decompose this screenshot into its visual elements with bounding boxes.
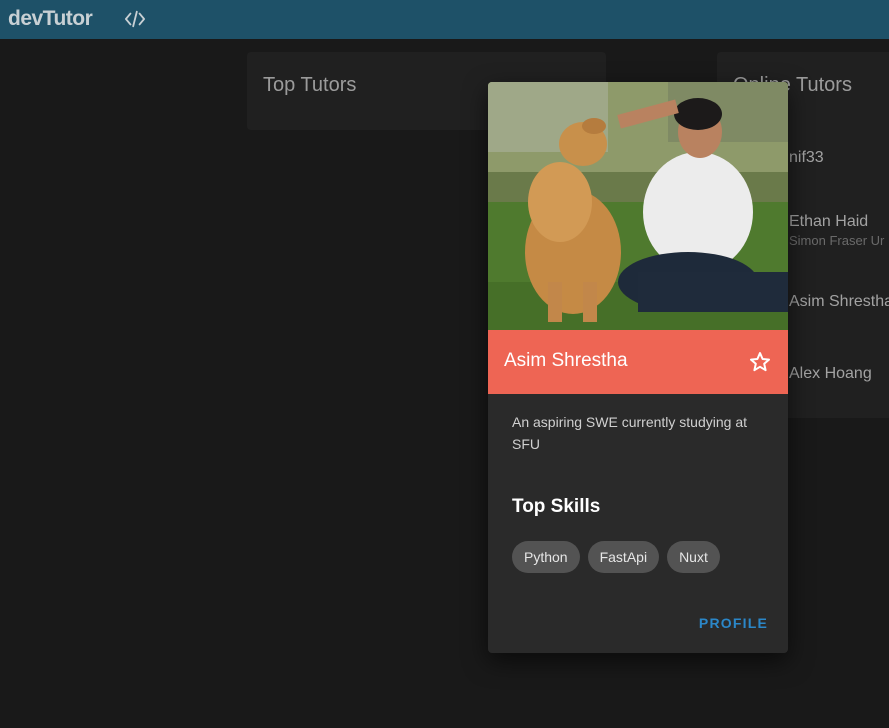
profile-button[interactable]: PROFILE <box>694 615 768 639</box>
tutor-bio: An aspiring SWE currently studying at SF… <box>512 414 747 452</box>
app-bar: devTutor <box>0 0 889 39</box>
code-icon[interactable] <box>124 9 146 29</box>
skill-chip[interactable]: Python <box>512 541 580 573</box>
star-outline-icon[interactable] <box>748 350 772 374</box>
app-logo[interactable]: devTutor <box>8 7 93 31</box>
tutor-card-popup: Asim Shrestha An aspiring SWE currently … <box>488 82 788 653</box>
tutor-photo <box>488 82 788 330</box>
top-skills-heading: Top Skills <box>512 496 601 517</box>
skills-chip-group: Python FastApi Nuxt <box>512 541 720 573</box>
skill-chip[interactable]: Nuxt <box>667 541 720 573</box>
tutor-name-bar: Asim Shrestha <box>488 330 788 394</box>
tutor-name: Asim Shrestha <box>504 350 628 371</box>
skill-chip[interactable]: FastApi <box>587 541 660 573</box>
